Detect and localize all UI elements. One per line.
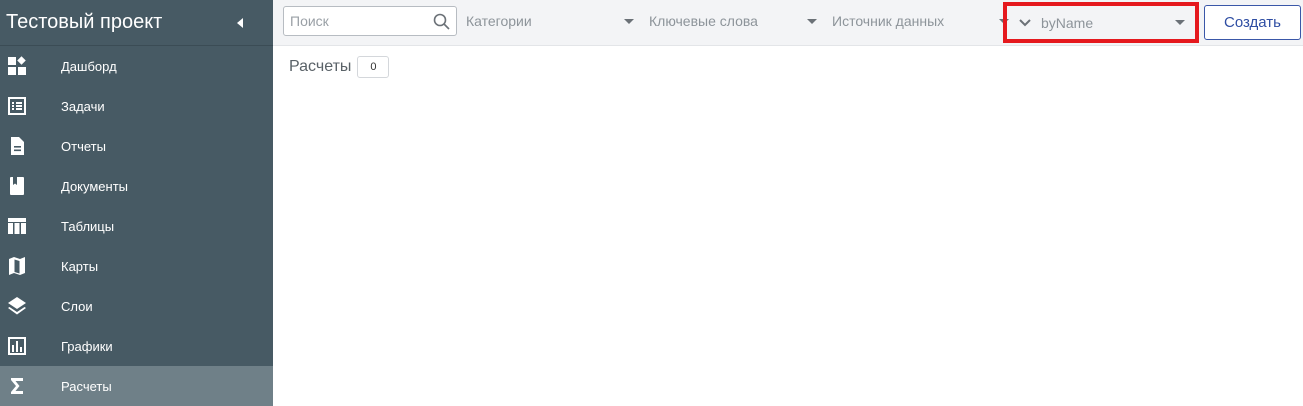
chevron-down-icon xyxy=(1018,18,1032,28)
book-icon xyxy=(7,176,27,196)
sidebar-item-layers[interactable]: Слои xyxy=(0,286,273,326)
layers-icon xyxy=(7,296,27,316)
sidebar-item-maps[interactable]: Карты xyxy=(0,246,273,286)
caret-down-icon xyxy=(807,19,817,24)
search-box xyxy=(283,6,457,36)
page-title: Расчеты xyxy=(289,58,352,75)
sidebar-item-charts[interactable]: Графики xyxy=(0,326,273,366)
keywords-filter-label: Ключевые слова xyxy=(649,13,758,29)
collapse-sidebar-icon[interactable] xyxy=(235,17,245,29)
tasks-list-icon xyxy=(7,96,27,116)
sidebar-item-label: Дашборд xyxy=(61,58,117,74)
categories-filter[interactable]: Категории xyxy=(466,6,636,36)
data-source-filter[interactable]: Источник данных xyxy=(832,6,1009,36)
content: Расчеты 0 xyxy=(273,46,1303,78)
sidebar-item-label: Отчеты xyxy=(61,138,106,154)
dashboard-icon xyxy=(7,56,27,76)
map-icon xyxy=(7,256,27,276)
sidebar-item-dashboard[interactable]: Дашборд xyxy=(0,46,273,86)
data-source-filter-label: Источник данных xyxy=(832,13,945,29)
sidebar-item-label: Документы xyxy=(61,178,129,194)
sidebar-item-label: Графики xyxy=(61,338,113,354)
sidebar-item-label: Задачи xyxy=(61,98,105,114)
table-icon xyxy=(7,216,27,236)
sigma-icon xyxy=(7,376,27,396)
categories-filter-label: Категории xyxy=(466,13,532,29)
sidebar-item-reports[interactable]: Отчеты xyxy=(0,126,273,166)
caret-down-icon xyxy=(1175,20,1185,25)
bar-chart-icon xyxy=(7,336,27,356)
sidebar-item-documents[interactable]: Документы xyxy=(0,166,273,206)
app: Тестовый проект Дашборд Задачи Отчеты До… xyxy=(0,0,1303,406)
sidebar-item-tables[interactable]: Таблицы xyxy=(0,206,273,246)
sidebar: Тестовый проект Дашборд Задачи Отчеты До… xyxy=(0,0,273,406)
sort-select-value: byName xyxy=(1041,14,1094,31)
create-button[interactable]: Создать xyxy=(1204,5,1301,40)
search-icon[interactable] xyxy=(433,13,450,30)
count-badge: 0 xyxy=(357,56,390,78)
sidebar-item-label: Таблицы xyxy=(61,218,115,234)
sidebar-item-label: Расчеты xyxy=(61,378,112,394)
sidebar-item-label: Карты xyxy=(61,258,99,274)
sidebar-item-tasks[interactable]: Задачи xyxy=(0,86,273,126)
project-title: Тестовый проект xyxy=(6,11,163,33)
main-area: Категории Ключевые слова Источник данных… xyxy=(273,0,1303,406)
sidebar-nav: Дашборд Задачи Отчеты Документы Таблицы … xyxy=(0,46,273,406)
sidebar-item-label: Слои xyxy=(61,298,93,314)
sort-select[interactable]: byName xyxy=(1003,2,1199,43)
caret-down-icon xyxy=(624,19,634,24)
document-icon xyxy=(7,136,27,156)
sidebar-item-calculations[interactable]: Расчеты xyxy=(0,366,273,406)
section-header: Расчеты 0 xyxy=(289,56,1303,78)
toolbar: Категории Ключевые слова Источник данных… xyxy=(273,0,1303,46)
search-input[interactable] xyxy=(290,13,430,29)
keywords-filter[interactable]: Ключевые слова xyxy=(649,6,819,36)
sidebar-header: Тестовый проект xyxy=(0,0,273,46)
